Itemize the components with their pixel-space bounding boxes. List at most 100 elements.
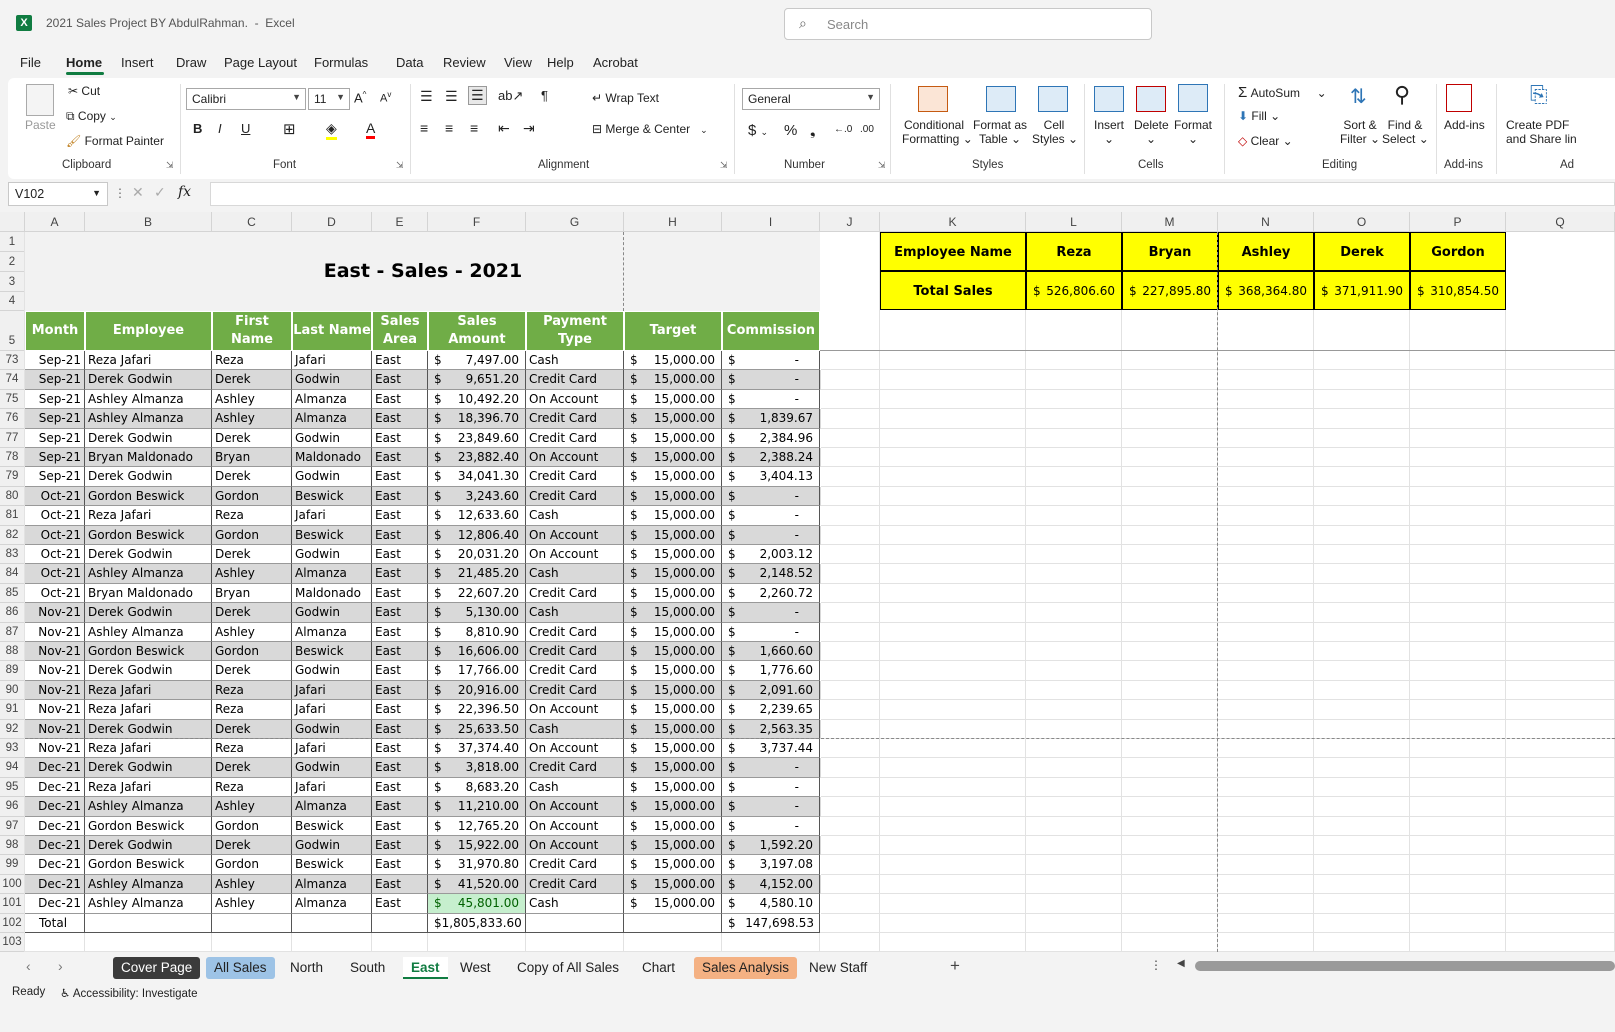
cell-month[interactable]: Sep-21: [25, 409, 85, 429]
row-header[interactable]: 97: [0, 816, 25, 836]
menu-acrobat[interactable]: Acrobat: [593, 55, 638, 70]
cell-last-name[interactable]: Jafari: [292, 506, 372, 526]
cell-month[interactable]: Oct-21: [25, 545, 85, 565]
cell-first-name[interactable]: Ashley: [212, 409, 292, 429]
cell-first-name[interactable]: Reza: [212, 777, 292, 798]
table-header-month[interactable]: Month: [25, 311, 85, 351]
cell-month[interactable]: Sep-21: [25, 351, 85, 371]
cell-target[interactable]: $15,000.00: [624, 583, 722, 604]
cell-target[interactable]: $15,000.00: [624, 389, 722, 410]
conditional-formatting-button[interactable]: Conditional Formatting ⌄: [902, 118, 973, 146]
cell-first-name[interactable]: Reza: [212, 351, 292, 371]
row-header[interactable]: 80: [0, 486, 25, 507]
sheet-tab-sales-analysis[interactable]: Sales Analysis: [694, 957, 798, 979]
cell-month[interactable]: Nov-21: [25, 719, 85, 739]
cell-payment-type[interactable]: Cash: [526, 603, 624, 623]
column-header-d[interactable]: D: [292, 212, 372, 232]
cell-employee[interactable]: Ashley Almanza: [85, 874, 212, 895]
cell-last-name[interactable]: Almanza: [292, 797, 372, 817]
cell-sales-area[interactable]: East: [372, 777, 428, 798]
create-pdf-icon[interactable]: ⎘: [1530, 82, 1548, 108]
cell-last-name[interactable]: Godwin: [292, 545, 372, 565]
cell-first-name[interactable]: Ashley: [212, 622, 292, 642]
cell-employee[interactable]: Derek Godwin: [85, 428, 212, 448]
cell-commission[interactable]: $ -: [722, 370, 820, 390]
cell-commission[interactable]: $ -: [722, 622, 820, 642]
column-header-n[interactable]: N: [1218, 212, 1314, 232]
cell-employee[interactable]: Gordon Beswick: [85, 525, 212, 545]
cell-sales-amount[interactable]: $9,651.20: [428, 370, 526, 390]
cell-sales-area[interactable]: East: [372, 836, 428, 856]
align-right-icon[interactable]: ≡: [470, 120, 478, 136]
format-as-table-button[interactable]: Format as Table ⌄: [970, 118, 1030, 146]
column-header-o[interactable]: O: [1314, 212, 1410, 232]
tabs-more-icon[interactable]: ⋮: [1150, 958, 1162, 972]
row-header[interactable]: 5: [0, 311, 25, 351]
column-header-k[interactable]: K: [880, 212, 1026, 232]
column-header-l[interactable]: L: [1026, 212, 1122, 232]
cell-sales-area[interactable]: East: [372, 370, 428, 390]
row-header[interactable]: 93: [0, 739, 25, 759]
menu-home[interactable]: Home: [66, 55, 102, 70]
cell-employee[interactable]: Reza Jafari: [85, 506, 212, 526]
cell-last-name[interactable]: Godwin: [292, 603, 372, 623]
menu-formulas[interactable]: Formulas: [314, 55, 368, 70]
menu-page-layout[interactable]: Page Layout: [224, 55, 297, 70]
cell-last-name[interactable]: Almanza: [292, 564, 372, 584]
cell-month[interactable]: Oct-21: [25, 564, 85, 584]
cell-payment-type[interactable]: Cash: [526, 351, 624, 371]
cell-month[interactable]: Dec-21: [25, 836, 85, 856]
cell-payment-type[interactable]: On Account: [526, 448, 624, 468]
row-header[interactable]: 102: [0, 913, 25, 933]
row-header[interactable]: 103: [0, 933, 25, 953]
cell-first-name[interactable]: Gordon: [212, 816, 292, 836]
cell-payment-type[interactable]: Cash: [526, 719, 624, 739]
cell-sales-amount[interactable]: $10,492.20: [428, 389, 526, 410]
cell-payment-type[interactable]: Credit Card: [526, 428, 624, 448]
cell-commission[interactable]: $1,776.60: [722, 661, 820, 681]
insert-function-icon[interactable]: fx: [178, 184, 191, 200]
row-header[interactable]: 88: [0, 642, 25, 662]
cell-commission[interactable]: $ -: [722, 603, 820, 623]
cell-sales-area[interactable]: East: [372, 506, 428, 526]
align-left-icon[interactable]: ≡: [420, 120, 428, 136]
column-header-h[interactable]: H: [624, 212, 722, 232]
format-painter-button[interactable]: 🖌 Format Painter: [66, 134, 164, 148]
cell-payment-type[interactable]: Credit Card: [526, 622, 624, 642]
cell-payment-type[interactable]: On Account: [526, 836, 624, 856]
cell-employee[interactable]: Reza Jafari: [85, 680, 212, 701]
cell-target[interactable]: $15,000.00: [624, 777, 722, 798]
row-header[interactable]: 81: [0, 506, 25, 526]
cell-month[interactable]: Dec-21: [25, 758, 85, 778]
row-header[interactable]: 73: [0, 351, 25, 371]
cell-last-name[interactable]: Beswick: [292, 486, 372, 507]
percent-icon[interactable]: %: [784, 122, 797, 139]
cell-last-name[interactable]: Godwin: [292, 428, 372, 448]
cell-month[interactable]: Sep-21: [25, 428, 85, 448]
sheet-tab-cover-page[interactable]: Cover Page: [113, 957, 201, 979]
cell-commission[interactable]: $2,563.35: [722, 719, 820, 739]
cell-payment-type[interactable]: Credit Card: [526, 370, 624, 390]
cell-sales-area[interactable]: East: [372, 894, 428, 914]
increase-indent-icon[interactable]: ⇥: [523, 120, 535, 137]
cell-employee[interactable]: Gordon Beswick: [85, 642, 212, 662]
bold-icon[interactable]: B: [193, 121, 202, 136]
cell-payment-type[interactable]: Credit Card: [526, 661, 624, 681]
cell-first-name[interactable]: Bryan: [212, 583, 292, 604]
cell-sales-area[interactable]: East: [372, 351, 428, 371]
column-header-m[interactable]: M: [1122, 212, 1218, 232]
cell-commission[interactable]: $ -: [722, 777, 820, 798]
cell-target[interactable]: $15,000.00: [624, 700, 722, 720]
cell-sales-amount[interactable]: $16,606.00: [428, 642, 526, 662]
cell-commission[interactable]: $2,239.65: [722, 700, 820, 720]
clipboard-launcher-icon[interactable]: ⇲: [166, 160, 174, 171]
cell-last-name[interactable]: Jafari: [292, 700, 372, 720]
cell-sales-amount[interactable]: $34,041.30: [428, 467, 526, 487]
name-box[interactable]: V102 ▼: [8, 182, 108, 206]
scroll-tabs-right-icon[interactable]: ›: [58, 958, 63, 974]
cell-sales-amount[interactable]: $8,810.90: [428, 622, 526, 642]
cell-employee[interactable]: Gordon Beswick: [85, 486, 212, 507]
cell-target[interactable]: $15,000.00: [624, 797, 722, 817]
column-header-i[interactable]: I: [722, 212, 820, 232]
align-middle-icon[interactable]: ☰: [445, 88, 458, 105]
